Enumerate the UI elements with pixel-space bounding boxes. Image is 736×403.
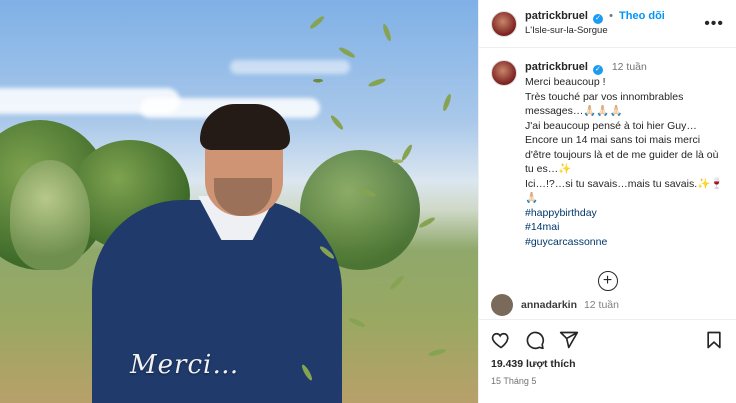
person-hair xyxy=(200,104,290,150)
action-bar: 19.439 lượt thích 15 Tháng 5 xyxy=(479,319,736,403)
comments-section[interactable]: patrickbruel ✓ 12 tuần Merci beaucoup ! … xyxy=(479,48,736,319)
load-more-comments: + xyxy=(491,271,724,291)
leaf xyxy=(400,143,414,162)
comment-time: 12 tuần xyxy=(583,299,619,311)
verified-badge-icon: ✓ xyxy=(592,65,603,75)
caption: patrickbruel ✓ 12 tuần Merci beaucoup ! … xyxy=(491,60,724,249)
caption-time[interactable]: 12 tuần xyxy=(612,61,647,73)
post-date[interactable]: 15 Tháng 5 xyxy=(491,376,724,386)
leaf xyxy=(388,274,406,291)
leaf xyxy=(337,45,357,60)
caption-line: Merci beaucoup ! xyxy=(525,76,606,88)
hashtag-link[interactable]: #14mai xyxy=(525,220,724,235)
leaf xyxy=(427,347,447,358)
post-sidebar: patrickbruel ✓ • Theo dõi L'Isle-sur-la-… xyxy=(478,0,736,403)
leaf xyxy=(308,14,326,31)
leaf xyxy=(417,215,437,230)
separator-dot: • xyxy=(609,10,613,22)
leaf xyxy=(357,187,377,198)
post-header: patrickbruel ✓ • Theo dõi L'Isle-sur-la-… xyxy=(479,0,736,48)
leaf xyxy=(441,93,453,112)
heart-icon[interactable] xyxy=(491,330,511,350)
leaf xyxy=(367,77,387,88)
location-link[interactable]: L'Isle-sur-la-Sorgue xyxy=(525,24,704,38)
comment-username[interactable]: annadarkin xyxy=(521,299,577,311)
bookmark-icon[interactable] xyxy=(704,330,724,350)
comment-icon[interactable] xyxy=(525,330,545,350)
caption-line: J'ai beaucoup pensé à toi hier Guy… xyxy=(525,119,697,132)
action-icons xyxy=(491,328,724,352)
caption-line: 🙏🏻 xyxy=(525,192,539,204)
username-link[interactable]: patrickbruel xyxy=(525,10,588,22)
leaf xyxy=(329,113,345,132)
comment-header: annadarkin 12 tuần xyxy=(521,299,619,311)
hashtag-link[interactable]: #happybirthday xyxy=(525,206,724,221)
avatar[interactable] xyxy=(491,294,513,316)
leaf xyxy=(300,363,314,382)
leaf xyxy=(381,23,393,42)
leaf xyxy=(318,244,336,261)
post-viewer: Merci… patrickbruel ✓ • Theo dõi L'Isle-… xyxy=(0,0,736,403)
olive-tree xyxy=(278,0,478,403)
caption-line: Encore un 14 mai sans toi mais merci d'ê… xyxy=(525,134,719,175)
round-bush xyxy=(10,160,90,270)
caption-username[interactable]: patrickbruel xyxy=(525,61,588,73)
hashtag-link[interactable]: #guycarcassonne xyxy=(525,235,724,250)
leaf xyxy=(347,316,367,329)
verified-badge-icon: ✓ xyxy=(593,14,604,24)
follow-button[interactable]: Theo dõi xyxy=(619,10,665,22)
comment-row: annadarkin 12 tuần xyxy=(491,294,619,316)
share-icon[interactable] xyxy=(559,330,579,350)
image-overlay-text: Merci… xyxy=(130,350,240,380)
more-horizontal-icon[interactable]: ••• xyxy=(704,15,724,33)
header-text: patrickbruel ✓ • Theo dõi L'Isle-sur-la-… xyxy=(525,9,704,38)
avatar[interactable] xyxy=(491,60,517,86)
caption-line: Très touché par vos innombrables message… xyxy=(525,90,684,118)
caption-line: Ici…!?…si tu savais…mais tu savais.✨🍷 xyxy=(525,177,724,190)
post-image[interactable]: Merci… xyxy=(0,0,478,403)
caption-body: patrickbruel ✓ 12 tuần Merci beaucoup ! … xyxy=(525,60,724,249)
like-count[interactable]: 19.439 lượt thích xyxy=(491,358,724,370)
plus-circle-icon[interactable]: + xyxy=(597,271,618,291)
avatar[interactable] xyxy=(491,10,517,37)
